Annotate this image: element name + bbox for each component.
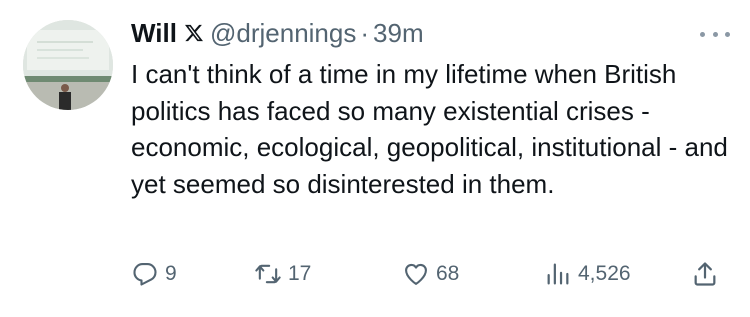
reply-button[interactable]: 9 (131, 254, 177, 294)
views-chart-icon (547, 263, 569, 285)
share-button[interactable] (691, 254, 719, 294)
views-button[interactable]: 4,526 (544, 254, 631, 294)
author-name[interactable]: Will (131, 18, 177, 49)
retweet-count: 17 (288, 262, 312, 285)
tweet-text: I can't think of a time in my lifetime w… (131, 59, 728, 199)
tweet-header: Will @drjennings · 39m (131, 14, 730, 52)
heart-icon (405, 263, 427, 285)
more-options-icon[interactable] (700, 22, 730, 46)
header-separator: · (360, 17, 370, 48)
reply-count: 9 (165, 262, 177, 285)
avatar[interactable] (23, 20, 113, 110)
tweet-actions: 9 17 68 4,526 (131, 254, 726, 294)
retweet-icon (255, 264, 281, 284)
x-logo-icon (184, 23, 204, 43)
tweet-timestamp[interactable]: 39m (373, 18, 424, 49)
views-count: 4,526 (578, 262, 631, 285)
avatar-photo (23, 20, 113, 110)
reply-bubble-icon (133, 263, 157, 286)
retweet-button[interactable]: 17 (254, 254, 311, 294)
author-handle[interactable]: @drjennings (210, 18, 356, 49)
like-count: 68 (436, 262, 460, 285)
like-button[interactable]: 68 (402, 254, 459, 294)
share-icon (694, 262, 716, 286)
